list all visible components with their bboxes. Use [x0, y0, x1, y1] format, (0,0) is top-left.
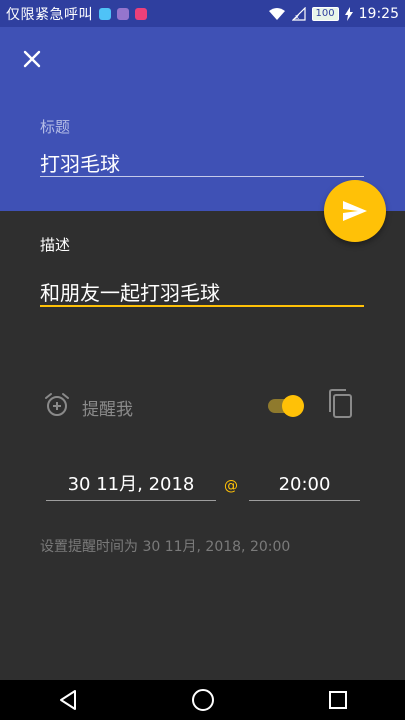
nav-recents-button[interactable]: [323, 685, 353, 715]
title-label: 标题: [40, 118, 71, 136]
copy-icon[interactable]: [326, 388, 354, 420]
reminder-toggle[interactable]: [268, 394, 304, 418]
navigation-bar: [0, 680, 405, 720]
svg-text:x: x: [295, 13, 299, 21]
carrier-text: 仅限紧急呼叫: [6, 6, 93, 23]
reminder-row: 提醒我: [40, 388, 364, 424]
notification-app-icon: [135, 7, 147, 20]
description-input[interactable]: 和朋友一起打羽毛球: [40, 277, 364, 307]
close-button[interactable]: [18, 45, 46, 73]
time-field[interactable]: 20:00: [249, 470, 360, 501]
status-bar: 仅限紧急呼叫 x 100 19:25: [0, 0, 405, 27]
nav-back-button[interactable]: [53, 685, 83, 715]
date-field[interactable]: 30 11月, 2018: [46, 470, 216, 501]
notification-app-icon: [99, 7, 111, 20]
at-separator: @: [224, 478, 238, 494]
send-button[interactable]: [324, 180, 386, 242]
reminder-label: 提醒我: [82, 400, 133, 420]
reminder-summary: 设置提醒时间为 30 11月, 2018, 20:00: [40, 539, 291, 555]
charging-icon: [344, 6, 353, 21]
recents-square-icon: [328, 691, 347, 709]
notification-app-icon: [117, 7, 129, 20]
home-circle-icon: [191, 689, 214, 711]
toggle-thumb: [282, 395, 304, 417]
nav-home-button[interactable]: [188, 685, 218, 715]
back-triangle-icon: [59, 690, 76, 710]
close-icon: [23, 50, 41, 68]
status-time: 19:25: [358, 5, 399, 22]
battery-indicator: 100: [311, 6, 339, 21]
description-label: 描述: [40, 236, 71, 254]
title-input[interactable]: 打羽毛球: [40, 148, 364, 177]
send-icon: [343, 201, 367, 221]
signal-icon: x: [291, 6, 306, 21]
wifi-icon: [268, 7, 285, 20]
alarm-add-icon: [45, 393, 69, 416]
